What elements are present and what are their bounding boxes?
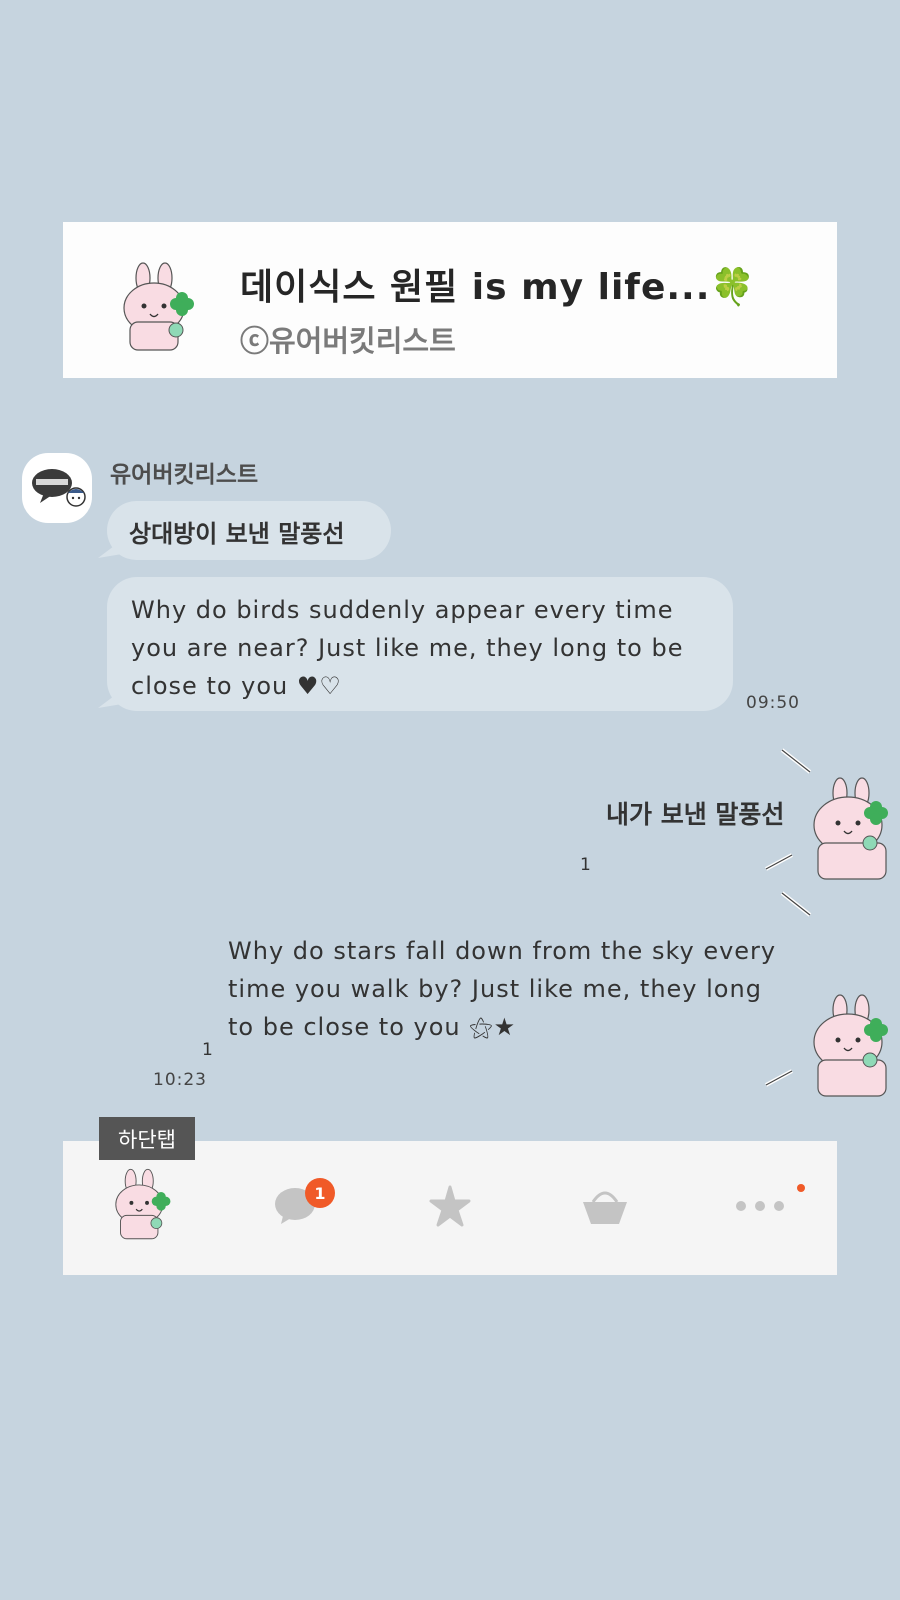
speech-bubble-logo-icon — [32, 469, 86, 507]
chat-unread-badge: 1 — [305, 1178, 335, 1208]
bunny-profile-icon — [115, 1168, 171, 1240]
copyright-text: ⓒ유어버킷리스트 — [240, 324, 456, 358]
bunny-sticker-icon — [813, 777, 888, 880]
received-message-bubble[interactable]: 상대방이 보낸 말풍선 — [107, 501, 391, 560]
message-timestamp: 10:23 — [153, 1070, 207, 1090]
tab-shopping[interactable] — [565, 1171, 645, 1241]
received-message-bubble[interactable]: Why do birds suddenly appear every time … — [107, 577, 733, 711]
message-timestamp: 09:50 — [746, 693, 800, 713]
new-indicator-dot — [797, 1184, 805, 1192]
bunny-sticker-icon — [813, 994, 888, 1097]
message-text: 상대방이 보낸 말풍선 — [129, 520, 345, 548]
tab-favorites[interactable] — [410, 1171, 490, 1241]
more-dots-icon — [736, 1201, 784, 1211]
bottom-tab-bar — [63, 1141, 837, 1275]
unread-count: 1 — [202, 1040, 213, 1060]
bottom-tab-label: 하단탭 — [99, 1117, 195, 1160]
friend-name: 유어버킷리스트 — [110, 462, 259, 488]
tab-more[interactable] — [720, 1171, 800, 1241]
unread-count: 1 — [580, 855, 591, 875]
bunny-icon — [123, 262, 194, 351]
sent-message-text[interactable]: 내가 보낸 말풍선 — [606, 795, 784, 831]
message-text: Why do birds suddenly appear every time … — [131, 596, 684, 700]
sent-message-text[interactable]: Why do stars fall down from the sky ever… — [228, 932, 788, 1046]
friend-avatar[interactable] — [22, 453, 92, 523]
tab-profile[interactable] — [100, 1168, 180, 1241]
star-icon — [429, 1185, 471, 1227]
shopping-basket-icon — [583, 1191, 627, 1224]
profile-status-title: 데이식스 원필 is my life...🍀 — [240, 267, 757, 308]
